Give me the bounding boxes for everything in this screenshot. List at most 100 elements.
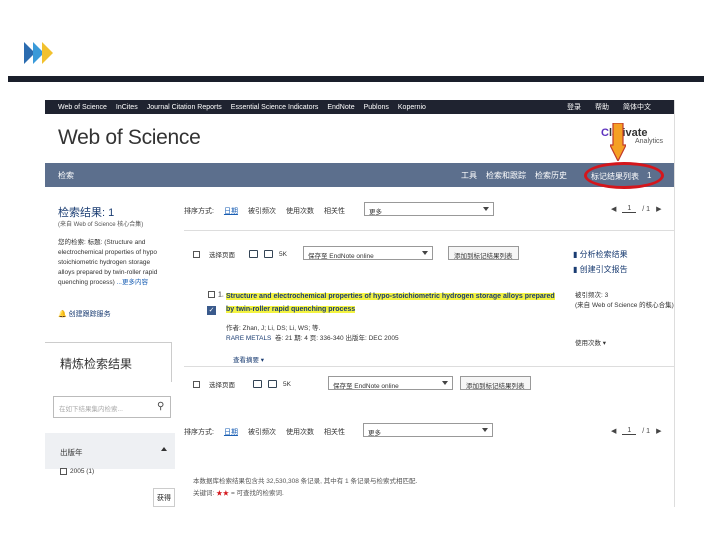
endnote-dropdown[interactable]: 保存至 EndNote online [303,246,433,260]
year-option-label: 2005 (1) [70,468,95,476]
record-authors: 作者: Zhan, J; Li, DS; Li, WS; 等. [226,325,321,332]
brand-title: Web of Science [58,126,201,149]
sort-date-bottom[interactable]: 日期 [224,427,238,437]
footer-line1: 本数据库检索结果包含共 32,530,308 条记录, 其中有 1 条记录与检索… [193,478,418,485]
pubyear-facet[interactable]: 出版年 [45,433,175,469]
endnote-value: 保存至 EndNote online [308,253,374,260]
login-link[interactable]: 登录 [567,102,581,112]
pager-bottom: ◀ 1 / 1 ▶ [611,427,661,435]
prev-page-icon[interactable]: ◀ [611,205,616,213]
analyze-links: ▮ 分析检索结果 ▮ 创建引文报告 [573,247,628,277]
email-icon[interactable] [268,380,277,388]
sort-bar-top: 排序方式: 日期 被引频次 使用次数 相关性 [184,206,345,216]
endnote-dropdown-bottom[interactable]: 保存至 EndNote online [328,376,453,390]
sort-date[interactable]: 日期 [224,206,238,216]
year-option-2005[interactable]: 2005 (1) [60,468,94,475]
nav-kopernio[interactable]: Kopernio [398,104,426,111]
sort-more-value: 更多 [369,209,382,216]
record-title[interactable]: Structure and electrochemical properties… [226,290,556,316]
print-icon[interactable] [249,250,258,258]
query-summary: 您的检索: 标题: (Structure and electrochemical… [58,238,168,288]
search-tab[interactable]: 检索 [58,170,74,181]
tools-menu[interactable]: 工具 [461,170,477,181]
record-meta: 作者: Zhan, J; Li, DS; Li, WS; 等. RARE MET… [226,324,399,344]
add-marked-button[interactable]: 添加到标记结果列表 [448,246,519,260]
nav-endnote[interactable]: EndNote [327,104,354,111]
collapse-caret-icon[interactable] [161,447,167,451]
sort-usage-bottom[interactable]: 使用次数 [286,427,314,437]
refine-title: 精炼检索结果 [60,357,133,371]
email-icon[interactable] [264,250,273,258]
sort-relevance-bottom[interactable]: 相关性 [324,427,345,437]
sort-relevance[interactable]: 相关性 [324,206,345,216]
view-abstract-link[interactable]: 查看摘要 ▾ [233,354,264,364]
record-number-label: 1. [218,291,224,299]
sort-usage[interactable]: 使用次数 [286,206,314,216]
export-label[interactable]: 5K [279,251,287,258]
page-number-input[interactable]: 1 [622,205,637,213]
print-icon[interactable] [253,380,262,388]
next-page-icon[interactable]: ▶ [656,427,661,435]
prev-page-icon[interactable]: ◀ [611,427,616,435]
results-footer: 本数据库检索结果包含共 32,530,308 条记录, 其中有 1 条记录与检索… [193,476,417,500]
footer-prefix: 关键词: [193,490,215,497]
footer-star: ★★ [216,490,230,497]
page-total: / 1 [642,205,651,213]
cited-count[interactable]: 被引频次: 3 [575,291,674,301]
sort-more-dropdown-bottom[interactable]: 更多 [363,423,493,437]
footer-suffix: = 可查找的检索词. [230,490,284,497]
search-history-link[interactable]: 检索历史 [535,170,567,181]
result-toolbar-top: 选择页面 5K [193,249,287,259]
add-marked-button-bottom[interactable]: 添加到标记结果列表 [460,376,531,390]
pubyear-label: 出版年 [60,448,83,457]
clarivate-logo-c: C [601,127,609,139]
citation-report-link[interactable]: ▮ 创建引文报告 [573,262,628,277]
nav-jcr[interactable]: Journal Citation Reports [147,104,222,111]
results-count-title: 检索结果: 1 [58,207,115,219]
refine-panel-header: 精炼检索结果 [45,342,172,382]
nav-publons[interactable]: Publons [364,104,389,111]
endnote-value-bottom: 保存至 EndNote online [333,383,399,390]
analyze-results-link[interactable]: ▮ 分析检索结果 [573,247,628,262]
nav-web-of-science[interactable]: Web of Science [58,104,107,111]
record-journal[interactable]: RARE METALS [226,335,271,342]
record-selected-checkbox[interactable]: ✓ [207,306,216,315]
page-number-input-bottom[interactable]: 1 [622,427,637,435]
select-page-checkbox-bottom[interactable] [193,380,200,388]
pager-top: ◀ 1 / 1 ▶ [611,205,661,213]
slide-header-rule [8,76,704,82]
chevron-down-icon [482,428,488,432]
sort-more-value-bottom: 更多 [368,430,381,437]
refine-search-input[interactable]: 在如下结果集内检索... ⚲ [53,396,171,418]
page-total-bottom: / 1 [642,427,651,435]
create-alert-link[interactable]: 🔔 创建跟踪服务 [58,309,111,319]
record-citations: 被引频次: 3 (来自 Web of Science 的核心合集) [575,291,674,311]
usage-dropdown[interactable]: 使用次数 ▾ [575,337,606,347]
record-checkbox[interactable] [208,291,215,298]
highlight-ellipse [584,162,664,189]
search-icon[interactable]: ⚲ [157,401,164,412]
top-nav-bar: Web of Science InCites Journal Citation … [45,100,674,114]
sort-label: 排序方式: [184,208,214,215]
export-label-bottom[interactable]: 5K [283,381,291,388]
sort-more-dropdown[interactable]: 更多 [364,202,494,216]
select-page-label: 选择页面 [209,252,235,259]
next-page-icon[interactable]: ▶ [656,205,661,213]
side-tab-button[interactable]: 获得 [153,488,175,507]
nav-esi[interactable]: Essential Science Indicators [231,104,319,111]
sort-bar-bottom: 排序方式: 日期 被引频次 使用次数 相关性 [184,427,345,437]
query-more-link[interactable]: ...更多内容 [117,279,148,286]
nav-incites[interactable]: InCites [116,104,138,111]
down-arrow-icon [610,123,626,161]
select-page-checkbox[interactable] [193,250,200,258]
search-track-menu[interactable]: 检索和跟踪 [486,170,526,181]
wos-screenshot: Web of Science InCites Journal Citation … [45,100,675,507]
refine-search-placeholder: 在如下结果集内检索... [59,406,123,413]
sort-cited-bottom[interactable]: 被引频次 [248,427,276,437]
help-link[interactable]: 帮助 [595,102,609,112]
product-nav: Web of Science InCites Journal Citation … [45,104,426,111]
sort-cited[interactable]: 被引频次 [248,206,276,216]
divider [184,230,674,231]
year-checkbox[interactable] [60,468,67,475]
language-link[interactable]: 简体中文 [623,102,651,112]
